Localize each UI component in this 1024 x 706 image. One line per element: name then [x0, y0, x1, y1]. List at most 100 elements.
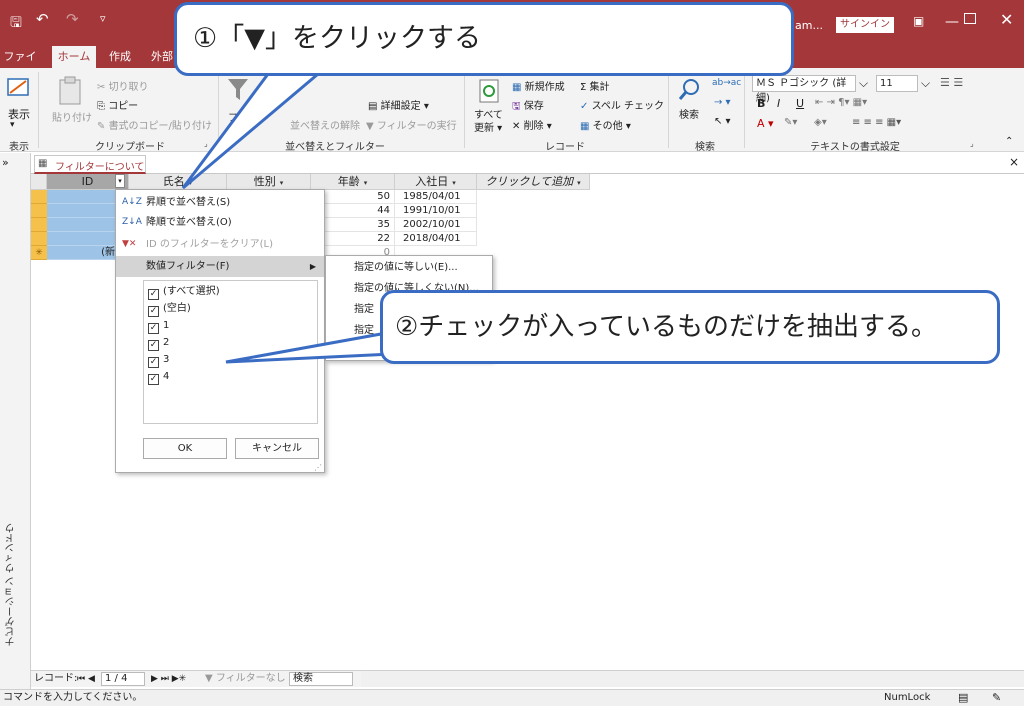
tab-home[interactable]: ホーム [52, 46, 96, 68]
resize-grip-icon[interactable]: ⋰ [314, 463, 322, 472]
find-button[interactable]: 検索 [679, 106, 699, 121]
submenu-item[interactable]: 指定 [354, 320, 374, 341]
copy-button[interactable]: ⎘ コピー [97, 97, 138, 112]
paste-button[interactable]: 貼り付け [52, 109, 92, 124]
view-dropdown-icon[interactable]: ▾ [10, 120, 15, 130]
select-icon[interactable]: ↖ ▾ [714, 116, 731, 127]
more-records-button[interactable]: ▦ その他 ▾ [580, 117, 631, 132]
dropdown-icon[interactable]: ▾ [577, 179, 581, 187]
hire-date-cell[interactable]: 2002/10/01 [395, 218, 477, 232]
dropdown-icon[interactable]: ▾ [452, 179, 456, 187]
dropdown-icon[interactable]: ▾ [280, 179, 284, 187]
column-header-hire-date[interactable]: 入社日 ▾ [395, 174, 477, 190]
nav-toggle-icon[interactable]: » [2, 156, 9, 169]
submenu-item[interactable]: 指定 [354, 341, 374, 362]
paste-icon[interactable] [56, 76, 84, 106]
delete-record-button[interactable]: ✕ 削除 ▾ [512, 117, 552, 132]
minimize-icon[interactable]: — [945, 14, 959, 30]
row-selector[interactable] [31, 190, 47, 204]
size-dropdown-icon[interactable]: ⌵ [921, 76, 930, 91]
maximize-icon[interactable] [964, 13, 976, 24]
clipboard-launcher-icon[interactable]: ⌟ [204, 139, 208, 148]
filter-funnel-icon[interactable] [226, 76, 250, 104]
font-dropdown-icon[interactable]: ⌵ [859, 76, 868, 91]
submenu-item-equals[interactable]: 指定の値に等しい(E)... [354, 257, 458, 278]
tab-file[interactable]: ファイル [0, 46, 40, 85]
italic-button[interactable]: I [777, 97, 780, 110]
toggle-filter-button[interactable]: ▼ フィルターの実行 [366, 117, 457, 132]
underline-button[interactable]: U [796, 97, 804, 110]
goto-icon[interactable]: → ▾ [714, 97, 731, 108]
column-header-add[interactable]: クリックして追加 ▾ [477, 174, 590, 190]
replace-icon[interactable]: ab→ac [712, 78, 741, 88]
row-selector[interactable] [31, 218, 47, 232]
column-header-name[interactable]: 氏名 ▾ [129, 174, 227, 190]
collapse-ribbon-icon[interactable]: ⌃ [1005, 136, 1013, 147]
hire-date-cell[interactable]: 1985/04/01 [395, 190, 477, 204]
value-checklist[interactable]: ✓ (すべて選択) ✓ (空白) ✓ 1 ✓ 2 ✓ 3 ✓ 4 [143, 280, 318, 424]
datasheet-view-icon[interactable]: ▤ [958, 690, 968, 706]
column-header-id[interactable]: ID ▾ [47, 174, 129, 190]
undo-icon[interactable]: ↶ [36, 10, 49, 28]
checkbox-2[interactable]: ✓ 2 [148, 334, 169, 351]
row-selector[interactable] [31, 204, 47, 218]
next-record-icons[interactable]: ▶ ⏭ ▶✳ [151, 671, 186, 687]
save-icon[interactable]: 🖫 [10, 12, 22, 36]
checkbox-4[interactable]: ✓ 4 [148, 368, 169, 385]
align-icons[interactable]: ≡ ≡ ≡ ▦▾ [852, 117, 901, 128]
select-all-corner[interactable] [31, 174, 47, 190]
font-size-select[interactable]: 11 [876, 75, 918, 92]
checkbox-select-all[interactable]: ✓ (すべて選択) [148, 283, 220, 300]
cancel-button[interactable]: キャンセル [235, 438, 319, 459]
filter-state-indicator[interactable]: ▼ フィルターなし [205, 671, 286, 687]
id-filter-dropdown-icon[interactable]: ▾ [115, 174, 125, 188]
number-filter-item[interactable]: 数値フィルター(F) ▶ [116, 256, 324, 277]
highlight-icon[interactable]: ✎▾ [784, 117, 797, 128]
sort-ascending-item[interactable]: A↓Z 昇順で並べ替え(S) [116, 192, 324, 213]
close-document-icon[interactable]: × [1009, 155, 1019, 169]
spelling-button[interactable]: ✓ スペル チェック [580, 97, 664, 112]
first-record-icon[interactable]: ⏮ ◀ [77, 671, 95, 687]
tab-table-document[interactable]: ▦ フィルターについて [34, 155, 146, 174]
advanced-filter-button[interactable]: ▤ 詳細設定 ▾ [368, 97, 429, 112]
signin-button[interactable]: サインイン [836, 17, 894, 33]
text-format-launcher-icon[interactable]: ⌟ [970, 139, 974, 148]
totals-button[interactable]: Σ 集計 [580, 78, 610, 93]
column-header-gender[interactable]: 性別 ▾ [227, 174, 311, 190]
close-icon[interactable]: ✕ [1000, 10, 1013, 29]
tab-create[interactable]: 作成 [104, 46, 136, 68]
new-record-button[interactable]: ▦ 新規作成 [512, 78, 565, 93]
redo-icon[interactable]: ↷ [66, 10, 79, 28]
filter-button[interactable]: フィ [228, 109, 248, 124]
checkbox-3[interactable]: ✓ 3 [148, 351, 169, 368]
bold-button[interactable]: B [757, 97, 765, 110]
refresh-icon[interactable] [478, 78, 500, 104]
ok-button[interactable]: OK [143, 438, 227, 459]
new-row-selector[interactable]: ✳ [31, 246, 47, 260]
navigation-pane[interactable]: » ナビゲーション ウィンドウ [0, 153, 31, 689]
record-position-input[interactable]: 1 / 4 [101, 672, 145, 686]
submenu-item[interactable]: 指定 [354, 299, 374, 320]
horizontal-scrollbar[interactable] [361, 670, 1024, 687]
row-selector[interactable] [31, 232, 47, 246]
ribbon-display-icon[interactable]: ▣ [913, 14, 924, 28]
checkbox-blank[interactable]: ✓ (空白) [148, 300, 191, 317]
find-icon[interactable] [678, 78, 702, 102]
font-color-icon[interactable]: A ▾ [757, 117, 774, 130]
cut-button[interactable]: ✂ 切り取り [97, 78, 149, 93]
view-icon[interactable] [6, 75, 32, 99]
fill-color-icon[interactable]: ◈▾ [814, 117, 827, 128]
checkbox-1[interactable]: ✓ 1 [148, 317, 169, 334]
customize-qat-icon[interactable]: ▿ [100, 12, 106, 25]
dropdown-icon[interactable]: ▾ [189, 179, 193, 187]
record-search-input[interactable]: 検索 [289, 672, 353, 686]
remove-sort-button[interactable]: 並べ替えの解除 [290, 117, 360, 132]
dropdown-icon[interactable]: ▾ [364, 179, 368, 187]
sort-descending-item[interactable]: Z↓A 降順で並べ替え(O) [116, 212, 324, 233]
column-header-age[interactable]: 年齢 ▾ [311, 174, 395, 190]
font-name-select[interactable]: ＭＳ Ｐゴシック (詳細) [752, 75, 856, 104]
clear-filter-item[interactable]: ▼✕ ID のフィルターをクリア(L) [116, 234, 324, 255]
indent-icons[interactable]: ⇤ ⇥ ¶▾ ▦▾ [815, 97, 867, 108]
hire-date-cell[interactable]: 1991/10/01 [395, 204, 477, 218]
format-painter-button[interactable]: ✎ 書式のコピー/貼り付け [97, 117, 212, 132]
